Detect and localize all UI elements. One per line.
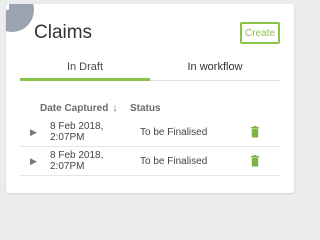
corner-badge xyxy=(6,4,34,32)
clipboard-icon xyxy=(6,4,10,10)
caret-right-icon[interactable]: ▶ xyxy=(30,156,42,167)
tab-in-workflow[interactable]: In workflow xyxy=(150,54,280,80)
tab-label: In Draft xyxy=(66,61,104,73)
date-captured-cell: 8 Feb 2018, 2:07PM xyxy=(50,150,104,172)
tabs: In Draft In workflow xyxy=(20,54,280,81)
column-header-status: Status xyxy=(130,103,161,114)
tab-label: In workflow xyxy=(187,61,243,73)
column-header-label: Status xyxy=(130,102,161,114)
table-header: Date Captured ↓ Status xyxy=(20,98,280,118)
trash-icon[interactable] xyxy=(250,155,260,167)
trash-icon[interactable] xyxy=(250,126,260,138)
caret-right-icon[interactable]: ▶ xyxy=(30,127,42,138)
date-captured-cell: 8 Feb 2018, 2:07PM xyxy=(50,121,104,143)
tab-in-draft[interactable]: In Draft xyxy=(20,54,150,81)
column-header-label: Date Captured xyxy=(40,102,109,114)
table-row: ▶ 8 Feb 2018, 2:07PM To be Finalised xyxy=(20,147,280,176)
claims-card: Claims Create In Draft In workflow Date … xyxy=(6,4,294,193)
table-row: ▶ 8 Feb 2018, 2:07PM To be Finalised xyxy=(20,118,280,147)
create-button[interactable]: Create xyxy=(240,22,280,44)
status-cell: To be Finalised xyxy=(140,126,208,138)
sort-arrow-icon: ↓ xyxy=(112,102,118,114)
status-cell: To be Finalised xyxy=(140,155,208,167)
claims-table: Date Captured ↓ Status ▶ 8 Feb 2018, 2:0… xyxy=(20,98,280,176)
page-title: Claims xyxy=(34,22,93,43)
column-header-date-captured[interactable]: Date Captured ↓ xyxy=(40,103,130,114)
